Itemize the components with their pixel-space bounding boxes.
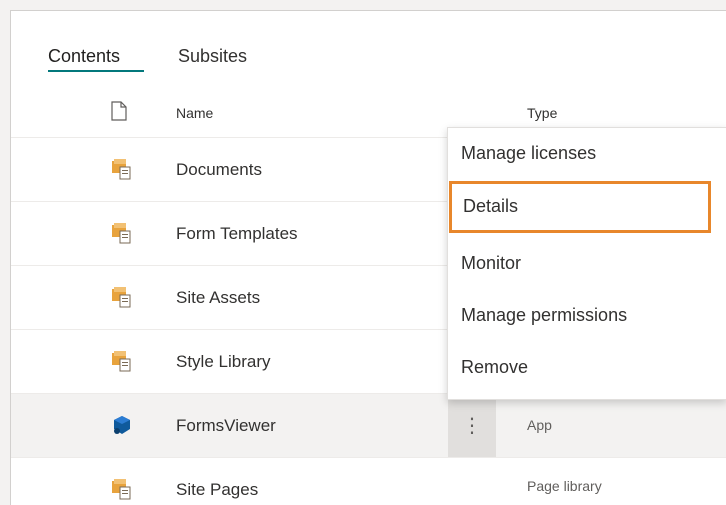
file-type-icon[interactable] bbox=[111, 101, 127, 121]
menu-item-label: Remove bbox=[461, 357, 529, 377]
row-name[interactable]: Form Templates bbox=[176, 224, 298, 244]
row-name[interactable]: Site Assets bbox=[176, 288, 260, 308]
menu-item-label: Manage permissions bbox=[461, 305, 628, 325]
document-library-icon bbox=[112, 287, 131, 308]
menu-item-monitor[interactable]: Monitor bbox=[448, 238, 726, 290]
row-name[interactable]: Site Pages bbox=[176, 480, 258, 500]
document-library-icon bbox=[112, 479, 131, 500]
row-name[interactable]: Style Library bbox=[176, 352, 270, 372]
document-library-icon bbox=[112, 223, 131, 244]
row-name[interactable]: Documents bbox=[176, 160, 262, 180]
site-contents-panel: Contents Subsites Name Type Documents Fo… bbox=[10, 10, 726, 505]
context-menu: Manage licenses Details Monitor Manage p… bbox=[447, 127, 726, 400]
table-row[interactable]: Site Pages Page library bbox=[11, 458, 726, 505]
column-header-type[interactable]: Type bbox=[527, 105, 557, 121]
menu-item-manage-permissions[interactable]: Manage permissions bbox=[448, 290, 726, 342]
app-icon bbox=[114, 416, 130, 434]
tab-subsites[interactable]: Subsites bbox=[178, 45, 247, 67]
menu-item-manage-licenses[interactable]: Manage licenses bbox=[448, 128, 726, 180]
menu-item-label: Manage licenses bbox=[461, 143, 597, 163]
menu-item-label: Details bbox=[463, 196, 519, 216]
table-row-selected[interactable]: FormsViewer ⋮ App bbox=[11, 394, 726, 458]
active-tab-indicator bbox=[48, 70, 144, 72]
row-type: Page library bbox=[527, 478, 602, 494]
row-name[interactable]: FormsViewer bbox=[176, 416, 276, 436]
menu-item-remove[interactable]: Remove bbox=[448, 342, 726, 394]
document-library-icon bbox=[112, 351, 131, 372]
document-library-icon bbox=[112, 159, 131, 180]
tab-contents[interactable]: Contents bbox=[48, 45, 120, 67]
menu-item-label: Monitor bbox=[461, 253, 522, 273]
menu-item-details[interactable]: Details bbox=[449, 181, 711, 233]
column-header-name[interactable]: Name bbox=[176, 105, 213, 121]
more-actions-button[interactable]: ⋮ bbox=[448, 394, 496, 457]
row-type: App bbox=[527, 417, 552, 433]
